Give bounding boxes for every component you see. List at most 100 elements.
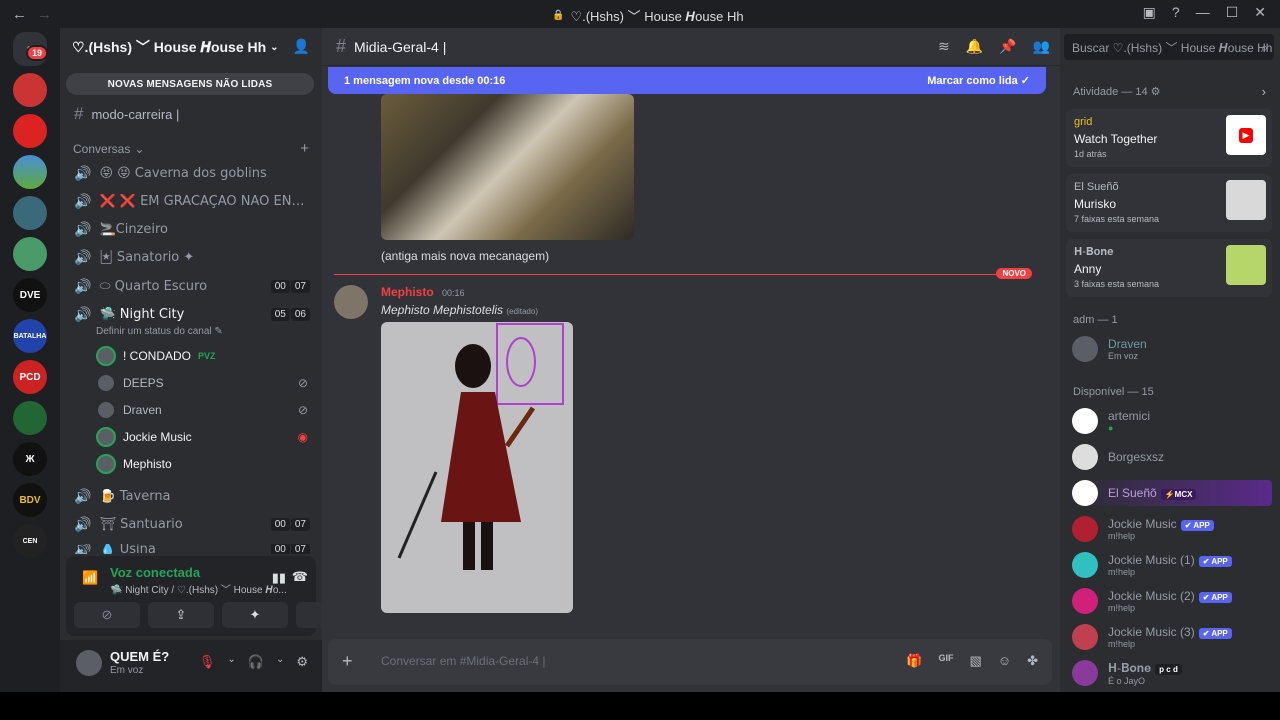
avatar	[96, 346, 116, 366]
emoji-icon[interactable]: ☺	[998, 653, 1011, 669]
sticker-icon[interactable]: ▧	[970, 653, 982, 669]
back-button[interactable]: ←	[12, 6, 27, 23]
message-image[interactable]	[381, 94, 634, 240]
message-image[interactable]	[381, 322, 573, 613]
voice-user[interactable]: Mephisto	[96, 454, 308, 474]
close-button[interactable]: ✕	[1254, 4, 1266, 21]
voice-location[interactable]: 🛸 Night City / ♡.(Hshs) ﹀ House 𝑯o...	[110, 581, 287, 596]
server-icon[interactable]: PCD	[13, 360, 47, 394]
mark-read-button[interactable]: Marcar como lida ✓	[927, 74, 1030, 87]
server-icon[interactable]: BATALHA	[13, 319, 47, 353]
chevron-down-icon[interactable]: ⌄	[227, 654, 235, 670]
voice-channel[interactable]: 🔊 🍺 Taverna	[74, 488, 310, 505]
group-title: Disponível — 15	[1073, 386, 1154, 398]
bell-icon[interactable]: 🔔	[966, 38, 983, 55]
unread-messages-pill[interactable]: NOVAS MENSAGENS NÃO LIDAS	[66, 73, 314, 95]
member-name: Draven	[1108, 337, 1147, 351]
minimize-button[interactable]: —	[1196, 4, 1210, 21]
voice-channel[interactable]: 🔊 🚬Cinzeiro	[74, 221, 310, 238]
maximize-button[interactable]: ☐	[1226, 4, 1239, 21]
add-attachment-icon[interactable]: +	[342, 651, 353, 672]
member-item[interactable]: Draven Em voz	[1072, 336, 1272, 362]
avatar	[1072, 624, 1098, 650]
activity-card[interactable]: 𝐇-𝐁𝐨𝐧𝐞 Anny 3 faixas esta semana	[1066, 239, 1272, 297]
server-icon[interactable]: Ж	[13, 442, 47, 476]
noise-suppression-icon[interactable]: ▮▮	[272, 570, 286, 586]
activity-sub: 1d atrás	[1074, 149, 1107, 159]
server-icon[interactable]: DVE	[13, 278, 47, 312]
server-icon[interactable]	[13, 114, 47, 148]
add-member-icon[interactable]: 👤	[293, 38, 310, 55]
search-input[interactable]: Buscar ♡.(Hshs) ﹀ House 𝑯ouse Hh	[1064, 34, 1274, 60]
speaker-icon: 🔊	[74, 488, 92, 504]
apps-icon[interactable]: ✤	[1027, 653, 1038, 669]
youtube-icon: ▶	[1226, 115, 1266, 155]
activity-card[interactable]: grid Watch Together 1d atrás ▶	[1066, 109, 1272, 167]
user-name[interactable]: QUEM É?	[110, 649, 169, 664]
create-channel-icon[interactable]: +	[300, 140, 309, 157]
gift-icon[interactable]: 🎁	[906, 653, 922, 669]
forward-button[interactable]: →	[37, 6, 52, 23]
guild-header[interactable]: ♡.(Hshs) ﹀ House 𝑯ouse Hh ⌄ 👤	[60, 28, 322, 66]
message-input[interactable]: Conversar em #Midia-Geral-4 |	[381, 654, 546, 668]
server-icon[interactable]: CEN	[13, 524, 47, 558]
voice-channel-active[interactable]: 🔊 🛸 Night City 05 06	[74, 306, 310, 323]
server-icon[interactable]	[13, 196, 47, 230]
signal-icon[interactable]: 📶	[82, 570, 98, 586]
chevron-right-icon[interactable]: ›	[1262, 84, 1266, 99]
composer-tools: 🎁 GIF ▧ ☺ ✤	[906, 653, 1038, 669]
member-item[interactable]: Jockie Music (1) ✔ APP m!help	[1072, 552, 1272, 578]
voice-connection-panel: 📶 Voz conectada 🛸 Night City / ♡.(Hshs) …	[66, 556, 362, 636]
user-controls: 🎙 ⌄ 🎧 ⌄ ⚙	[199, 654, 308, 670]
category-conversas[interactable]: Conversas ⌄ +	[73, 140, 309, 157]
help-icon[interactable]: ?	[1172, 4, 1180, 21]
activities-icon[interactable]: ✦	[222, 602, 288, 628]
headphones-icon[interactable]: 🎧	[248, 654, 264, 670]
voice-channel[interactable]: 🔊 😝 😝 Caverna dos goblins	[74, 165, 310, 182]
voice-user[interactable]: Draven ⊘	[96, 400, 308, 420]
server-icon[interactable]	[13, 73, 47, 107]
voice-channel[interactable]: 🔊 ⬭ Quarto Escuro 00 07	[74, 278, 310, 295]
screen-share-icon[interactable]: ⇪	[148, 602, 214, 628]
member-item[interactable]: Jockie Music (2) ✔ APP m!help	[1072, 588, 1272, 614]
disconnect-icon[interactable]: ☎	[292, 569, 308, 585]
author-avatar[interactable]	[334, 285, 368, 319]
mic-muted-icon[interactable]: 🎙	[199, 654, 216, 670]
server-icon[interactable]	[13, 401, 47, 435]
server-icon[interactable]	[13, 155, 47, 189]
inbox-icon[interactable]: ▣	[1143, 4, 1156, 21]
new-messages-bar[interactable]: 1 mensagem nova desde 00:16 Marcar como …	[328, 67, 1046, 94]
member-item[interactable]: artemici ●	[1072, 408, 1272, 434]
channel-status[interactable]: Definir um status do canal ✎	[96, 326, 223, 337]
server-icon[interactable]	[13, 237, 47, 271]
gif-icon[interactable]: GIF	[939, 653, 954, 669]
chevron-down-icon[interactable]: ⌄	[276, 654, 284, 670]
app-badge: ✔ APP	[1198, 592, 1232, 603]
member-sub: Em voz	[1108, 351, 1139, 361]
voice-channel[interactable]: 🔊 💧 Usina 00 07	[74, 544, 310, 554]
voice-user[interactable]: ! CONDADO PVZ	[96, 346, 308, 366]
user-count: 00 07	[270, 544, 310, 554]
voice-user[interactable]: DEEPS ⊘	[96, 373, 308, 393]
voice-channel[interactable]: 🔊 🃏 Sanatorio ✦	[74, 249, 310, 266]
camera-off-icon[interactable]: ⊘	[74, 602, 140, 628]
channel-item[interactable]: # modo-carreira |	[74, 104, 310, 124]
message-author[interactable]: Mephisto	[381, 285, 434, 299]
server-icon[interactable]: BDV	[13, 483, 47, 517]
threads-icon[interactable]: ≋	[938, 38, 950, 55]
members-icon[interactable]: 👥	[1033, 38, 1050, 55]
member-item[interactable]: Jockie Music ✔ APP m!help	[1072, 516, 1272, 542]
member-item[interactable]: El Sueñõ ⚡MCX	[1070, 480, 1272, 506]
member-item[interactable]: Borgesxsz	[1072, 444, 1272, 470]
activity-card[interactable]: El Sueñõ Murisko 7 faixas esta semana	[1066, 174, 1272, 232]
pin-icon[interactable]: 📌	[999, 38, 1016, 55]
voice-channel[interactable]: 🔊 ❌ ❌ EM GRACAÇÃO NÃO ENTR...	[74, 193, 310, 210]
avatar	[1072, 552, 1098, 578]
user-avatar[interactable]	[76, 650, 102, 676]
voice-user[interactable]: Jockie Music ◉	[96, 427, 308, 447]
member-item[interactable]: Jockie Music (3) ✔ APP m!help	[1072, 624, 1272, 650]
voice-channel[interactable]: 🔊 ⛩ Santuario 00 07	[74, 516, 310, 533]
member-item[interactable]: 𝐇-𝐁𝐨𝐧𝐞 p c dÉ o JayO	[1072, 660, 1272, 686]
album-art	[1226, 180, 1266, 220]
gear-icon[interactable]: ⚙	[296, 654, 308, 670]
